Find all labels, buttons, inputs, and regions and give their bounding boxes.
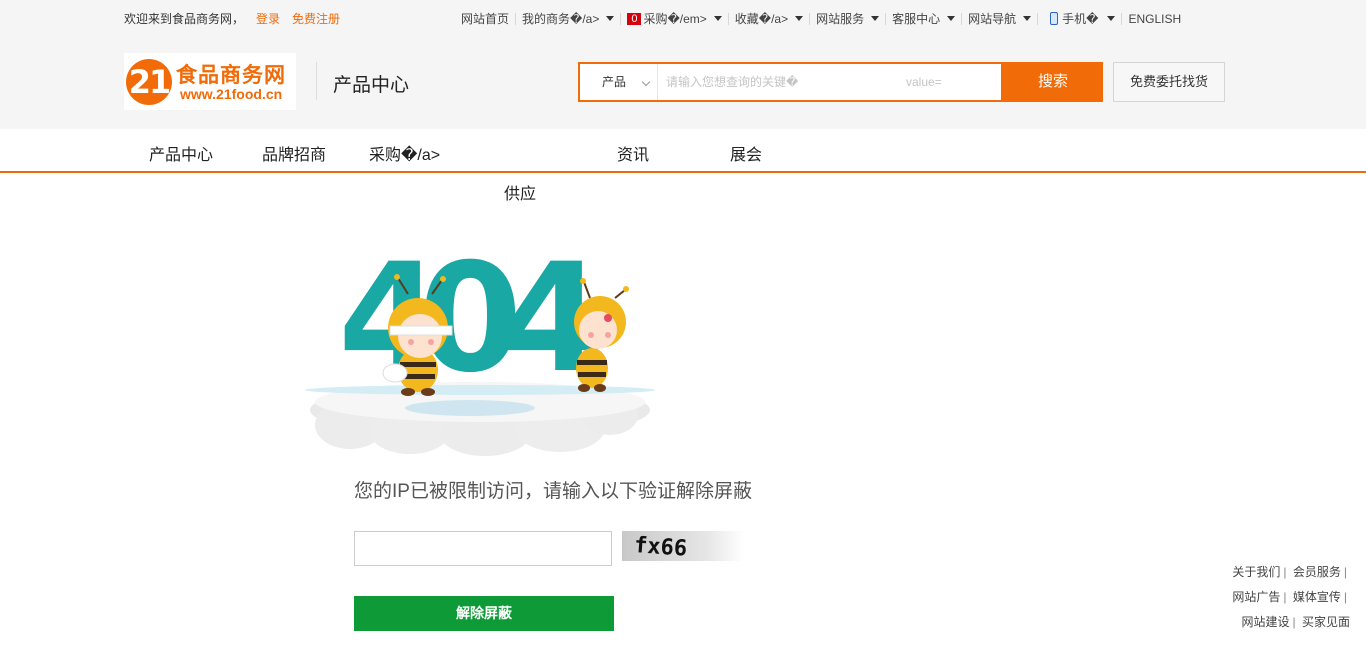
search-box: 产品 value= — [578, 62, 1003, 102]
phone-icon — [1050, 12, 1059, 25]
register-link[interactable]: 免费注册 — [292, 12, 340, 26]
main-nav-products[interactable]: 产品中心 — [149, 141, 213, 165]
main-nav-supply[interactable]: 供应 — [504, 180, 536, 204]
logo-url: www.21food.cn — [180, 86, 283, 102]
top-nav-mobile[interactable]: 手机� — [1038, 10, 1121, 27]
search-button[interactable]: 搜索 — [1003, 62, 1103, 102]
top-nav-purchase-label: 采购�/em> — [643, 12, 707, 26]
caret-down-icon — [606, 16, 615, 21]
footer-links: 关于我们 | 会员服务 | 网站广告 | 媒体宣传 | 网站建设 | 买家见面 — [1228, 560, 1350, 635]
captcha-text: fx66 — [633, 533, 688, 561]
top-nav-sitemap[interactable]: 网站导航 — [962, 10, 1037, 27]
logo-divider — [316, 62, 317, 100]
footer-link-buyer-meet[interactable]: 买家见面 — [1302, 615, 1350, 629]
caret-down-icon — [795, 16, 804, 21]
purchase-count-badge: 0 — [627, 12, 642, 25]
divider: | — [1283, 565, 1287, 579]
caret-down-icon — [871, 16, 880, 21]
caret-down-icon — [947, 16, 956, 21]
top-nav-favorites[interactable]: 收藏�/a> — [729, 10, 809, 27]
top-nav-services[interactable]: 网站服务 — [810, 10, 885, 27]
login-link[interactable]: 登录 — [256, 12, 280, 26]
logo-name: 食品商务网 — [176, 64, 286, 87]
top-nav-mobile-label: 手机� — [1062, 12, 1099, 26]
footer-link-website-build[interactable]: 网站建设 — [1242, 615, 1290, 629]
top-nav-purchase[interactable]: 0 采购�/em> — [621, 10, 727, 27]
top-nav: 网站首页 我的商务�/a> 0 采购�/em> 收藏�/a> 网站服务 客服中心 … — [461, 10, 1187, 27]
caret-down-icon — [1107, 16, 1116, 21]
top-nav-home-label: 网站首页 — [461, 12, 510, 26]
footer-link-advertising[interactable]: 网站广告 — [1232, 590, 1280, 604]
main-nav: 产品中心 品牌招商 采购�/a> 资讯 展会 — [0, 129, 1366, 173]
top-nav-home[interactable]: 网站首页 — [461, 10, 515, 27]
top-nav-sitemap-label: 网站导航 — [968, 12, 1017, 26]
main-nav-news[interactable]: 资讯 — [617, 141, 649, 165]
top-nav-favorites-label: 收藏�/a> — [734, 12, 789, 26]
top-nav-support-label: 客服中心 — [892, 12, 941, 26]
main-nav-exhibitions[interactable]: 展会 — [730, 141, 762, 165]
footer-link-member-service[interactable]: 会员服务 — [1293, 565, 1341, 579]
error-404-illustration: 4 0 4 — [305, 250, 655, 456]
captcha-input[interactable] — [354, 531, 612, 566]
channel-title: 产品中心 — [333, 75, 410, 96]
search-category-select[interactable]: 产品 — [580, 64, 658, 100]
top-nav-support[interactable]: 客服中心 — [886, 10, 961, 27]
welcome-area: 欢迎来到食品商务网， 登录 免费注册 — [124, 10, 340, 27]
divider: | — [1343, 590, 1347, 604]
caret-down-icon — [1023, 16, 1032, 21]
divider: | — [1292, 615, 1296, 629]
footer-link-about[interactable]: 关于我们 — [1232, 565, 1280, 579]
ip-blocked-message: 您的IP已被限制访问，请输入以下验证解除屏蔽 — [354, 481, 752, 502]
site-logo[interactable]: 21 食品商务网 www.21food.cn — [124, 53, 296, 110]
caret-down-icon — [713, 16, 722, 21]
top-nav-my-business-label: 我的商务�/a> — [522, 12, 600, 26]
chevron-down-icon — [641, 77, 651, 87]
footer-link-media[interactable]: 媒体宣传 — [1293, 590, 1341, 604]
welcome-text: 欢迎来到食品商务网， — [124, 12, 245, 26]
entrust-sourcing-button[interactable]: 免费委托找货 — [1113, 62, 1225, 102]
captcha-image[interactable]: fx66 — [622, 531, 744, 561]
divider: | — [1283, 590, 1287, 604]
search-category-label: 产品 — [602, 75, 627, 89]
main-nav-purchase[interactable]: 采购�/a> — [369, 141, 440, 165]
top-nav-english-label: ENGLISH — [1128, 11, 1182, 26]
top-bar: 欢迎来到食品商务网， 登录 免费注册 网站首页 我的商务�/a> 0 采购�/em> … — [0, 0, 1366, 34]
main-nav-brands[interactable]: 品牌招商 — [262, 141, 326, 165]
top-nav-english[interactable]: ENGLISH — [1122, 12, 1187, 26]
divider: | — [1343, 565, 1347, 579]
logo-mark: 21 — [126, 59, 172, 105]
search-extra-text: value= — [906, 75, 942, 89]
top-nav-services-label: 网站服务 — [816, 12, 865, 26]
top-nav-my-business[interactable]: 我的商务�/a> — [516, 10, 620, 27]
unblock-button[interactable]: 解除屏蔽 — [354, 596, 614, 631]
search-input[interactable] — [660, 64, 1000, 100]
